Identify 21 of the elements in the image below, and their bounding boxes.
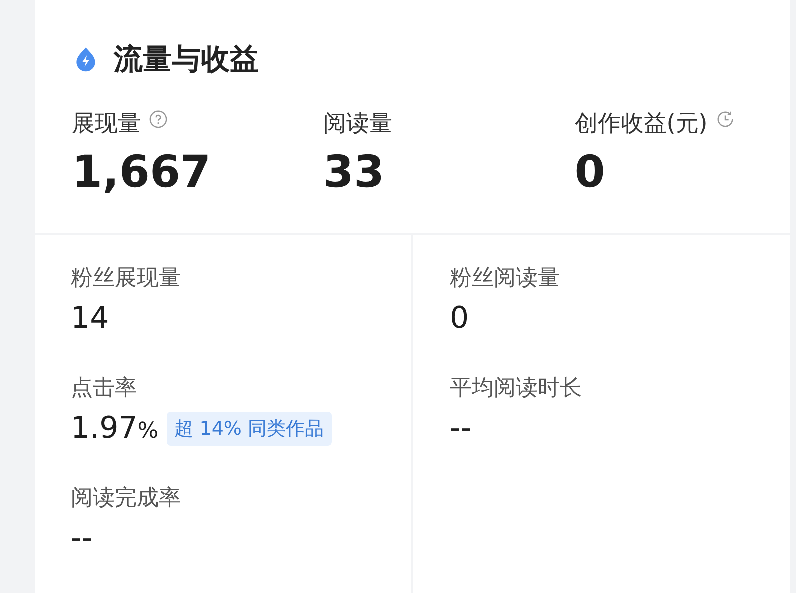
metric-label: 阅读量 xyxy=(323,110,392,139)
metric-value: -- xyxy=(450,411,472,446)
metric-value: 1,667 xyxy=(72,147,212,198)
metric-value: 0 xyxy=(574,147,606,198)
metric-unit: % xyxy=(138,419,159,444)
metric-value: 14 xyxy=(71,301,110,336)
comparison-badge: 超 14% 同类作品 xyxy=(166,412,332,446)
metric-label: 粉丝展现量 xyxy=(71,265,182,293)
metric-label: 展现量 xyxy=(72,110,141,139)
metric-label: 粉丝阅读量 xyxy=(450,265,561,293)
section-title: 流量与收益 xyxy=(114,41,259,78)
metric-value: 33 xyxy=(323,147,386,198)
metric-value: 0 xyxy=(450,301,470,336)
metric-label: 阅读完成率 xyxy=(71,485,182,513)
help-icon[interactable] xyxy=(149,110,168,129)
metric-label: 点击率 xyxy=(71,375,138,403)
metric-value: 1.97 xyxy=(71,411,138,446)
refresh-clock-icon[interactable] xyxy=(716,110,735,129)
metric-label: 平均阅读时长 xyxy=(450,375,583,403)
metric-label: 创作收益(元) xyxy=(574,110,708,139)
metric-value: -- xyxy=(71,521,93,556)
